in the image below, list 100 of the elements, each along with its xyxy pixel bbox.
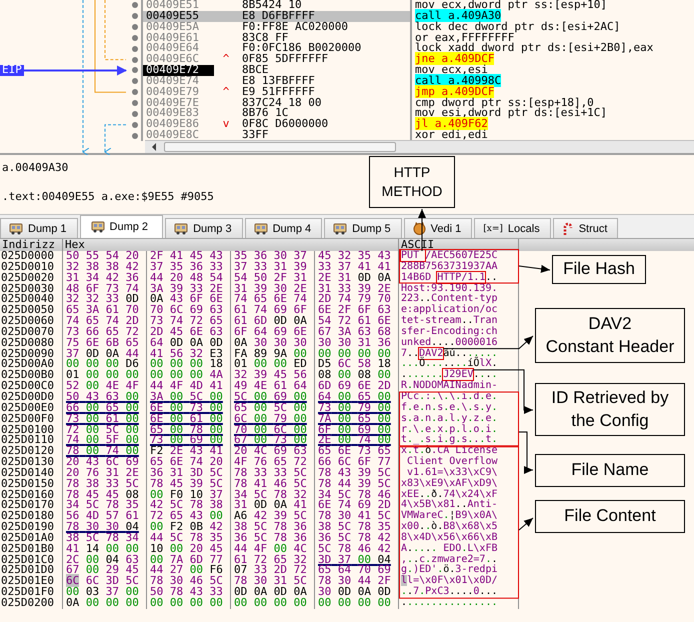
instruction-row[interactable]: 00409E86 v 0F8C D6000000 (143, 119, 412, 130)
instruction-row[interactable]: 00409E72 8BCE (143, 65, 412, 76)
hex-group: 6F 64 69 6E (234, 326, 307, 338)
tab[interactable]: [x=] Locals (474, 218, 551, 238)
hex-group: 35 36 30 37 (234, 251, 307, 262)
hex-group: 72 65 43 00 (150, 511, 223, 522)
hex-group: 31 39 30 2E (234, 284, 307, 294)
address-cell-text: 00409E5A (145, 22, 200, 33)
hex-group: 78 30 41 5C (318, 511, 391, 522)
breakpoint-dot[interactable] (132, 89, 138, 96)
breakpoint-dot[interactable] (132, 132, 138, 139)
breakpoint-dot[interactable] (132, 56, 138, 63)
scrollbar[interactable] (145, 140, 694, 153)
hex-group: 6E 74 69 2D (318, 500, 391, 512)
bytes-cell: 0F8C D6000000 (242, 117, 328, 130)
hex-group: 7A 00 65 00 (318, 414, 391, 424)
hex-group: 65 00 5C 00 (234, 402, 307, 414)
instruction-text: lock xadd dword ptr ds:[esi+2B0],eax (415, 41, 654, 54)
hex-group: 48 6F 73 74 (66, 284, 139, 294)
address-cell: 025D0090 (1, 348, 54, 360)
bytes-cell: F0:FF8E AC020000 (242, 20, 348, 33)
breakpoint-dot[interactable] (132, 78, 138, 84)
hex-group: 6E 00 73 00 (150, 402, 223, 414)
callout: File Content (535, 500, 685, 533)
address-cell: 025D0080 (1, 338, 54, 349)
hex-group: 6D 69 6E 2D (318, 381, 391, 392)
breakpoint-dot[interactable] (132, 110, 138, 117)
hex-group: 44 20 48 54 (150, 272, 223, 284)
tab[interactable]: Dump 5 (324, 218, 402, 238)
instruction-row[interactable]: 00409E83 8B76 1C (143, 108, 412, 120)
breakpoint-dot[interactable] (132, 100, 138, 106)
column-header[interactable]: Indirizz (0, 239, 63, 251)
address-cell-text: 00409E74 (145, 76, 200, 87)
bus-icon (254, 222, 268, 234)
address-cell: 025D00D0 (1, 392, 54, 403)
ascii-text: g.)ED'.ö.3-redpi (401, 565, 498, 576)
instruction-row[interactable]: 00409E7E 837C24 18 00 (143, 98, 412, 108)
hex-group: 32 32 33 0D (66, 294, 139, 306)
hex-group: 20 43 6C 69 (66, 457, 139, 468)
ascii-text: xEE..ð.74\x24\xF (401, 490, 498, 500)
hex-group: 38 5C 78 35 (318, 522, 391, 533)
hex-group: 78 44 39 5C (318, 478, 391, 490)
instruction-row[interactable]: 00409E74 E8 13FBFFFF (143, 76, 412, 87)
address-cell: 025D00A0 (1, 359, 54, 370)
instruction-text: or eax,FFFFFFFF (415, 30, 514, 44)
breakpoint-dot[interactable] (132, 2, 138, 8)
hex-group: 66 6C 6F 77 (318, 457, 391, 468)
hex-group: 44 27 00 F6 (150, 565, 223, 576)
address-cell: 025D0200 (1, 598, 54, 609)
bytes-cell: 8B76 1C (242, 106, 288, 120)
address-cell: 025D0110 (1, 435, 54, 446)
hex-group: 20 4C 69 63 (234, 446, 307, 458)
hex-group: 00 F2 0B 42 (150, 522, 223, 533)
breakpoint-dot[interactable] (132, 67, 138, 74)
ascii-text: 223..Content-typ (401, 294, 498, 304)
ascii-text: R.NODOMAINadmin- (401, 381, 498, 392)
info-line: a.00409A30 (2, 161, 68, 174)
hex-group: 54 72 61 6E (318, 316, 391, 327)
ascii-text: ll=\x0F\x01\x0D/ (401, 576, 498, 586)
tab[interactable]: Vedi 1 (404, 218, 472, 238)
ascii-text: e:application/oc (401, 305, 498, 316)
callout: File Hash (552, 255, 646, 284)
tab[interactable]: Dump 2 (80, 215, 164, 238)
tab[interactable]: Struct (552, 218, 618, 238)
hex-group: 61 74 69 6F (234, 305, 307, 316)
hex-group: 5C 00 69 00 (234, 392, 307, 403)
hex-group: 56 4D 57 61 (66, 511, 139, 522)
hex-group: 6C 6C 3D 5C (66, 576, 139, 588)
instruction-row[interactable]: 00409E5A F0:FF8E AC020000 (143, 22, 412, 33)
breakpoint-dot[interactable] (132, 13, 138, 20)
hex-group: 00 00 00 00 (150, 598, 223, 609)
instruction-row[interactable]: 00409E61 83C8 FF (143, 32, 412, 44)
bytes-cell: E8 13FBFFFF (242, 74, 315, 87)
address-cell: 025D01B0 (1, 544, 54, 555)
address-cell-text: 00409E7E (145, 98, 200, 108)
hex-group: 33 37 41 41 (318, 262, 391, 273)
hex-group: 73 74 72 65 (150, 316, 223, 327)
breakpoint-dot[interactable] (132, 24, 138, 30)
hex-group: 65 6E 73 65 (318, 446, 391, 458)
breakpoint-dot[interactable] (132, 46, 138, 52)
bytes-cell: 83C8 FF (242, 30, 288, 44)
tab[interactable]: Dump 3 (165, 218, 243, 238)
breakpoint-dot[interactable] (132, 122, 138, 128)
hex-group: 74 00 5F 00 (66, 435, 139, 446)
jump-mark: ^ (222, 84, 230, 98)
column-header[interactable]: Hex (63, 239, 399, 251)
breakpoint-dot[interactable] (132, 34, 138, 41)
variable-icon: [x=] (483, 224, 503, 234)
instruction-row[interactable]: 00409E55 E8 D6FBFFFF (143, 10, 412, 22)
tab[interactable]: Dump 1 (0, 218, 78, 238)
instruction-row[interactable]: 00409E64 F0:0FC186 B0020000 (143, 43, 412, 54)
address-cell: 025D0010 (1, 262, 54, 273)
instruction-row[interactable]: 00409E79 ^ E9 51FFFFFF (143, 86, 412, 98)
hex-group: 0A 30 30 30 (234, 338, 307, 349)
ascii-text: A..... EDO.L\xFB (401, 544, 498, 554)
hex-group: 64 0D 0A 0D (150, 338, 223, 349)
tab[interactable]: Dump 4 (244, 218, 322, 238)
hex-group: 50 55 54 20 (66, 251, 139, 262)
hex-group: 00 00 00 18 (150, 359, 223, 370)
hex-group: 2F 41 45 43 (150, 251, 223, 262)
